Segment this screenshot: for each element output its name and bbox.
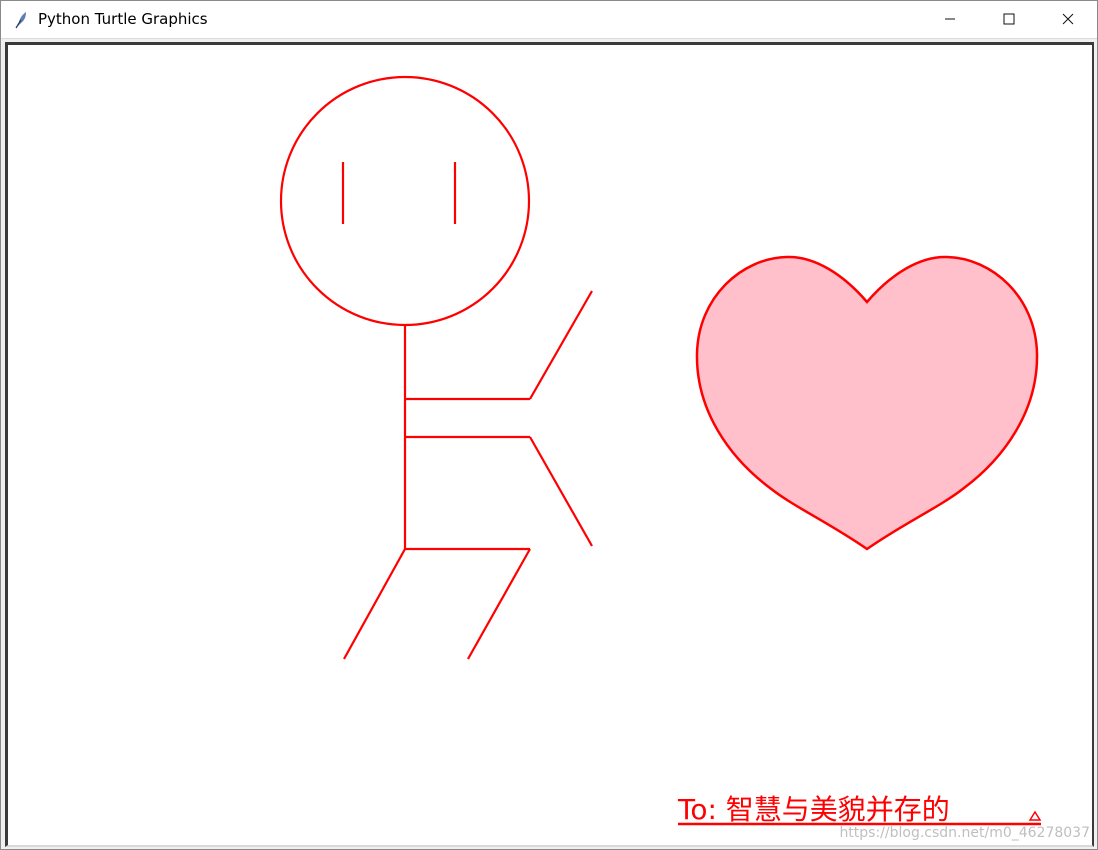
- window-title: Python Turtle Graphics: [38, 10, 208, 28]
- turtle-cursor-icon: [1028, 810, 1042, 821]
- title-bar[interactable]: Python Turtle Graphics: [1, 1, 1097, 39]
- right-leg: [467, 548, 531, 660]
- turtle-canvas: To: 智慧与美貌并存的: [279, 75, 1042, 826]
- turtle-graphics-window: Python Turtle Graphics To: 智慧与美貌并存的 http…: [0, 0, 1098, 850]
- minimize-button[interactable]: [920, 1, 979, 39]
- message-text: To: 智慧与美貌并存的: [677, 793, 950, 826]
- maximize-icon: [1003, 10, 1015, 29]
- maximize-button[interactable]: [979, 1, 1038, 39]
- close-icon: [1062, 10, 1074, 29]
- upper-arm-raised: [529, 290, 593, 400]
- turtle-canvas-frame: To: 智慧与美貌并存的 https://blog.csdn.net/m0_46…: [5, 42, 1094, 847]
- heart-shape: [695, 255, 1039, 551]
- feather-icon: [12, 11, 30, 29]
- minimize-icon: [944, 10, 956, 29]
- figure-head: [279, 75, 531, 327]
- lower-arm-lowered: [529, 436, 593, 547]
- close-button[interactable]: [1038, 1, 1097, 39]
- left-leg: [343, 548, 406, 660]
- window-controls: [920, 1, 1097, 38]
- stick-figure: [279, 75, 593, 660]
